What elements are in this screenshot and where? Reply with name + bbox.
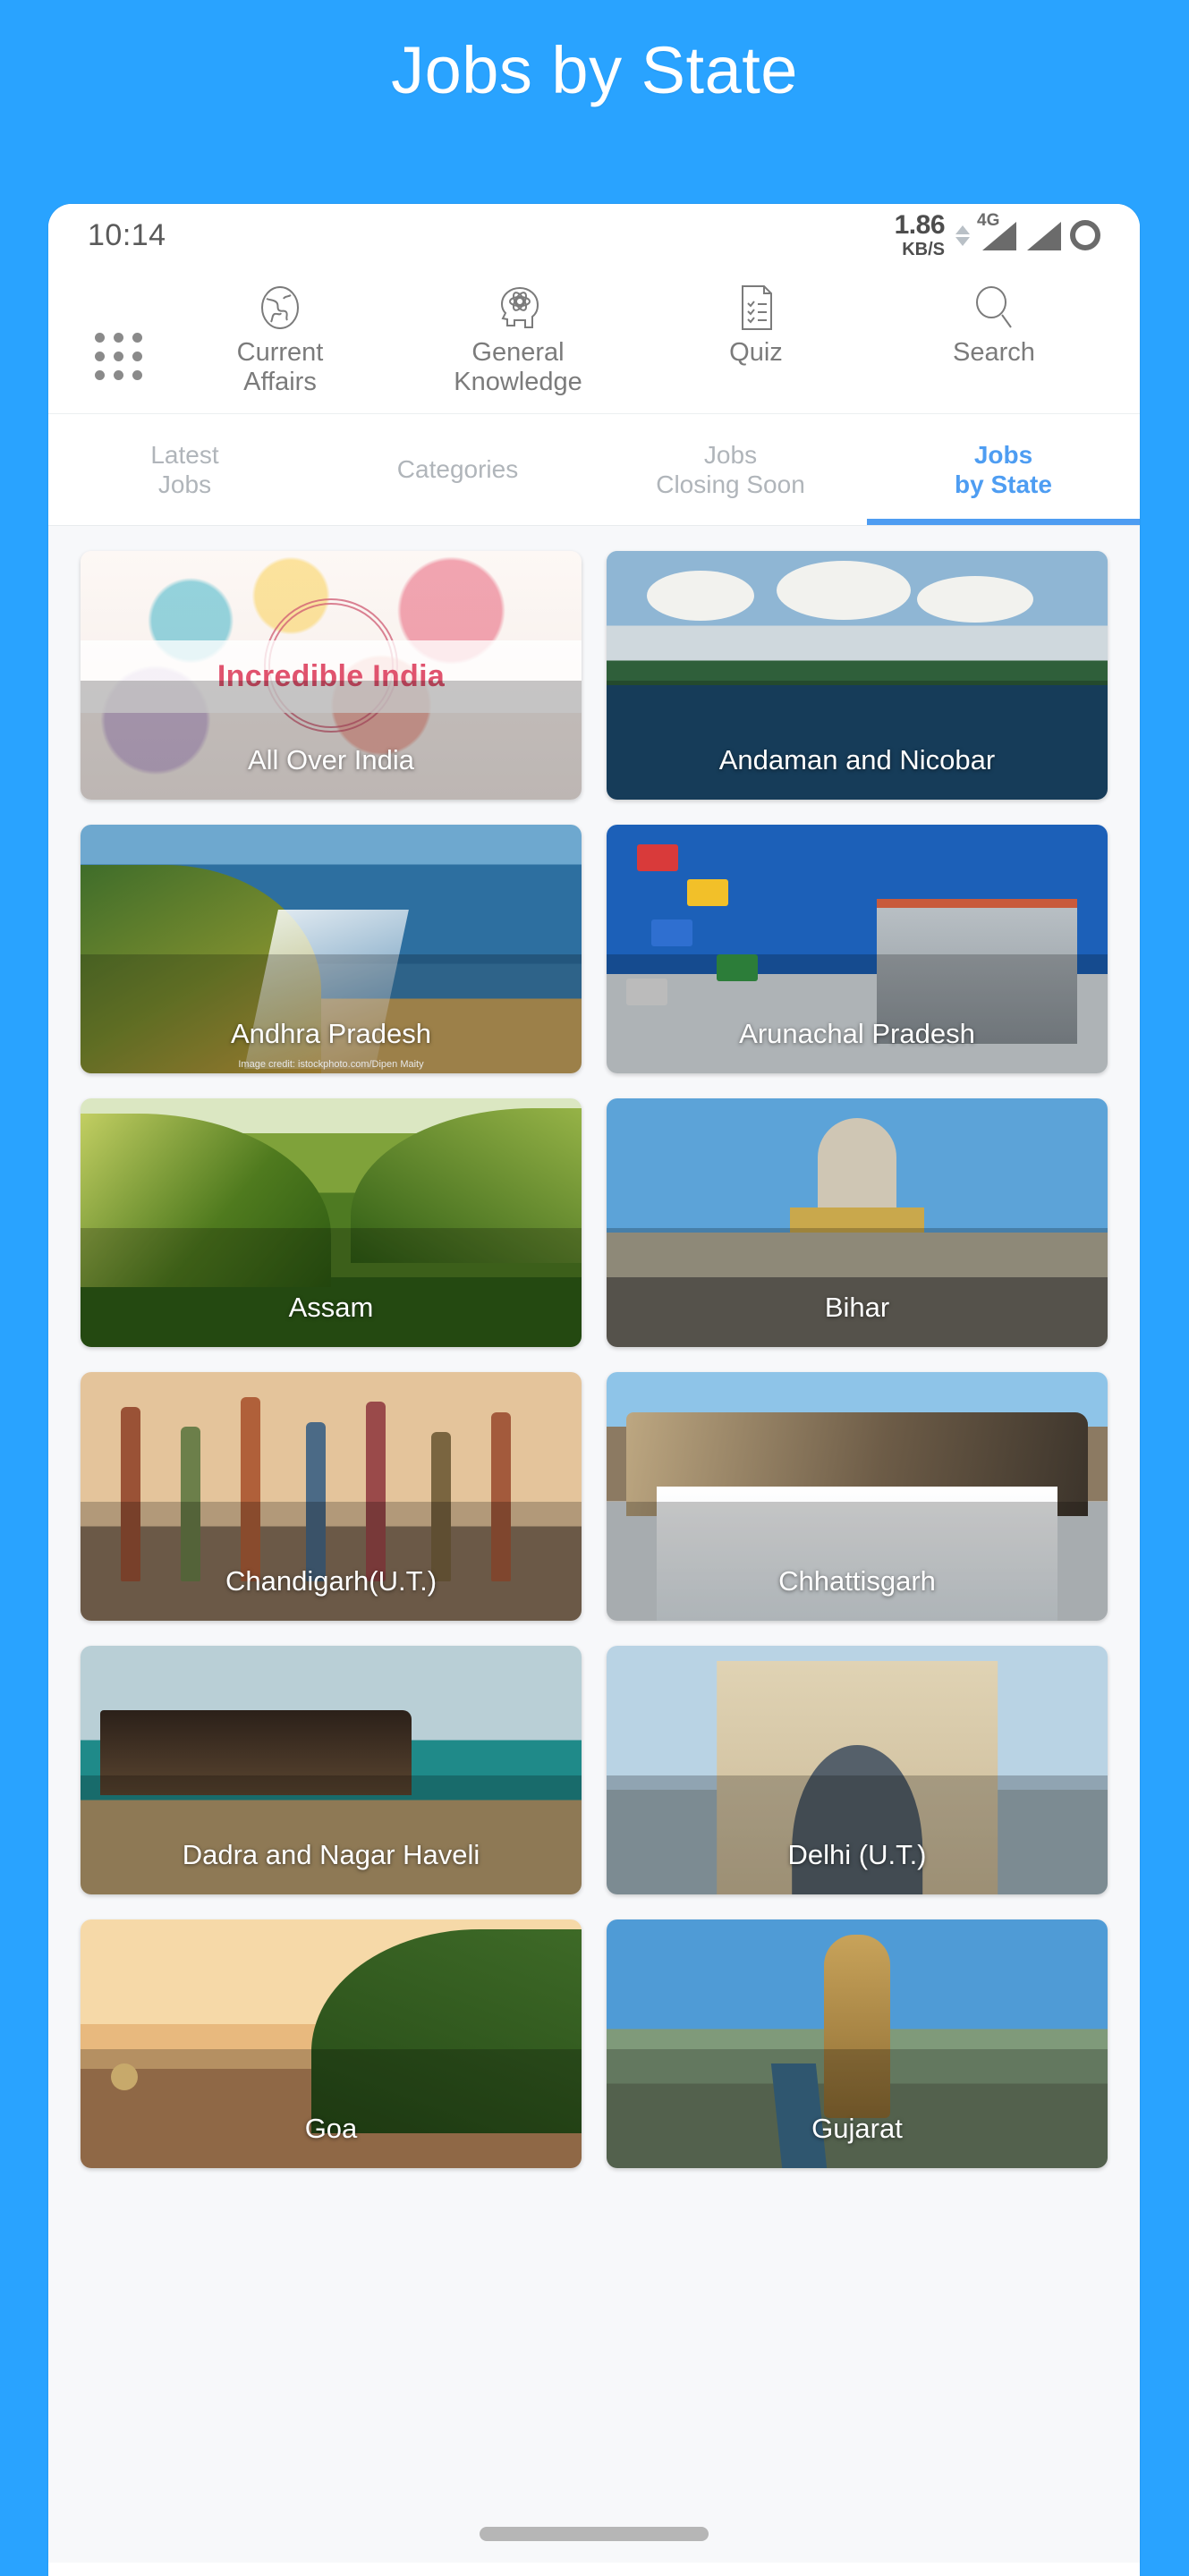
nav-item-quiz[interactable]: Quiz bbox=[637, 277, 875, 397]
quiz-document-icon bbox=[731, 277, 781, 333]
state-card-label: Andaman and Nicobar bbox=[718, 744, 996, 776]
image-credit: Image credit: istockphoto.com/Dipen Mait… bbox=[238, 1059, 424, 1071]
state-card[interactable]: Incredible India All Over India bbox=[81, 551, 582, 801]
nav-item-search[interactable]: Search bbox=[875, 277, 1113, 397]
page-banner: Jobs by State bbox=[0, 0, 1189, 204]
page-title: Jobs by State bbox=[391, 33, 798, 107]
card-overlay bbox=[607, 953, 1108, 1074]
network-speed-unit: KB/S bbox=[902, 240, 945, 259]
state-card-label: Andhra Pradesh bbox=[230, 1018, 432, 1050]
tab-latest-jobs[interactable]: Latest Jobs bbox=[48, 414, 321, 525]
state-card[interactable]: Gujarat bbox=[607, 1919, 1108, 2169]
network-speed-value: 1.86 bbox=[894, 210, 946, 240]
card-overlay bbox=[81, 1775, 582, 1895]
status-bar-clock: 10:14 bbox=[88, 217, 166, 252]
state-card[interactable]: Chandigarh(U.T.) bbox=[81, 1372, 582, 1622]
phone-frame: 10:14 1.86 KB/S 4G Current Affairs Gener… bbox=[48, 204, 1140, 2576]
state-card-label: Arunachal Pradesh bbox=[739, 1018, 975, 1050]
network-speed-indicator: 1.86 KB/S bbox=[894, 210, 946, 259]
card-overlay bbox=[607, 680, 1108, 801]
state-card[interactable]: Bihar bbox=[607, 1098, 1108, 1348]
card-overlay bbox=[607, 1501, 1108, 1622]
tab-jobs-by-state[interactable]: Jobs by State bbox=[867, 414, 1140, 526]
nav-item-label: Current Affairs bbox=[236, 338, 324, 397]
state-card[interactable]: Arunachal Pradesh bbox=[607, 825, 1108, 1074]
state-card[interactable]: Delhi (U.T.) bbox=[607, 1646, 1108, 1895]
state-card[interactable]: Andaman and Nicobar bbox=[607, 551, 1108, 801]
state-card-label: Chhattisgarh bbox=[778, 1565, 936, 1597]
state-card[interactable]: Dadra and Nagar Haveli bbox=[81, 1646, 582, 1895]
state-card-label: Gujarat bbox=[811, 2113, 903, 2145]
battery-ring-icon bbox=[1070, 220, 1100, 250]
card-overlay bbox=[81, 2048, 582, 2169]
top-nav-bar: Current Affairs General Knowledge Quiz S… bbox=[48, 267, 1140, 415]
state-card-label: Bihar bbox=[824, 1292, 890, 1324]
card-overlay bbox=[607, 1227, 1108, 1348]
nav-item-label: Search bbox=[953, 338, 1035, 367]
data-up-down-arrows-icon bbox=[955, 225, 970, 246]
signal-icon bbox=[1025, 220, 1061, 250]
state-card-label: Dadra and Nagar Haveli bbox=[182, 1839, 480, 1871]
apps-grid-icon[interactable] bbox=[75, 277, 161, 380]
head-atom-icon bbox=[493, 277, 543, 333]
signal-4g-icon: 4G bbox=[977, 211, 1016, 250]
tab-categories[interactable]: Categories bbox=[321, 414, 594, 525]
state-cards-scroll-area[interactable]: Incredible India All Over India Andaman … bbox=[48, 526, 1140, 2563]
nav-item-label: Quiz bbox=[729, 338, 783, 367]
status-bar-icons: 1.86 KB/S 4G bbox=[894, 210, 1100, 259]
home-indicator-bar[interactable] bbox=[48, 2527, 1140, 2542]
nav-item-general-knowledge[interactable]: General Knowledge bbox=[399, 277, 637, 397]
tab-bar: Latest Jobs Categories Jobs Closing Soon J… bbox=[48, 414, 1140, 527]
nav-item-current-affairs[interactable]: Current Affairs bbox=[161, 277, 399, 397]
state-card-label: Chandigarh(U.T.) bbox=[225, 1565, 437, 1597]
state-card[interactable]: Andhra Pradesh Image credit: istockphoto… bbox=[81, 825, 582, 1074]
card-overlay bbox=[607, 2048, 1108, 2169]
status-bar: 10:14 1.86 KB/S 4G bbox=[48, 204, 1140, 267]
tab-jobs-closing-soon[interactable]: Jobs Closing Soon bbox=[594, 414, 867, 525]
card-overlay bbox=[81, 953, 582, 1074]
state-card-label: All Over India bbox=[247, 744, 415, 776]
state-card[interactable]: Chhattisgarh bbox=[607, 1372, 1108, 1622]
search-icon bbox=[969, 277, 1019, 333]
card-overlay bbox=[81, 1227, 582, 1348]
card-overlay bbox=[81, 680, 582, 801]
state-card[interactable]: Goa bbox=[81, 1919, 582, 2169]
nav-item-label: General Knowledge bbox=[454, 338, 582, 397]
card-overlay bbox=[607, 1775, 1108, 1895]
state-card-label: Goa bbox=[304, 2113, 358, 2145]
state-card[interactable]: Assam bbox=[81, 1098, 582, 1348]
state-card-label: Assam bbox=[288, 1292, 374, 1324]
globe-icon bbox=[255, 277, 305, 333]
state-card-label: Delhi (U.T.) bbox=[787, 1839, 927, 1871]
card-overlay bbox=[81, 1501, 582, 1622]
state-cards-grid: Incredible India All Over India Andaman … bbox=[81, 551, 1108, 2169]
